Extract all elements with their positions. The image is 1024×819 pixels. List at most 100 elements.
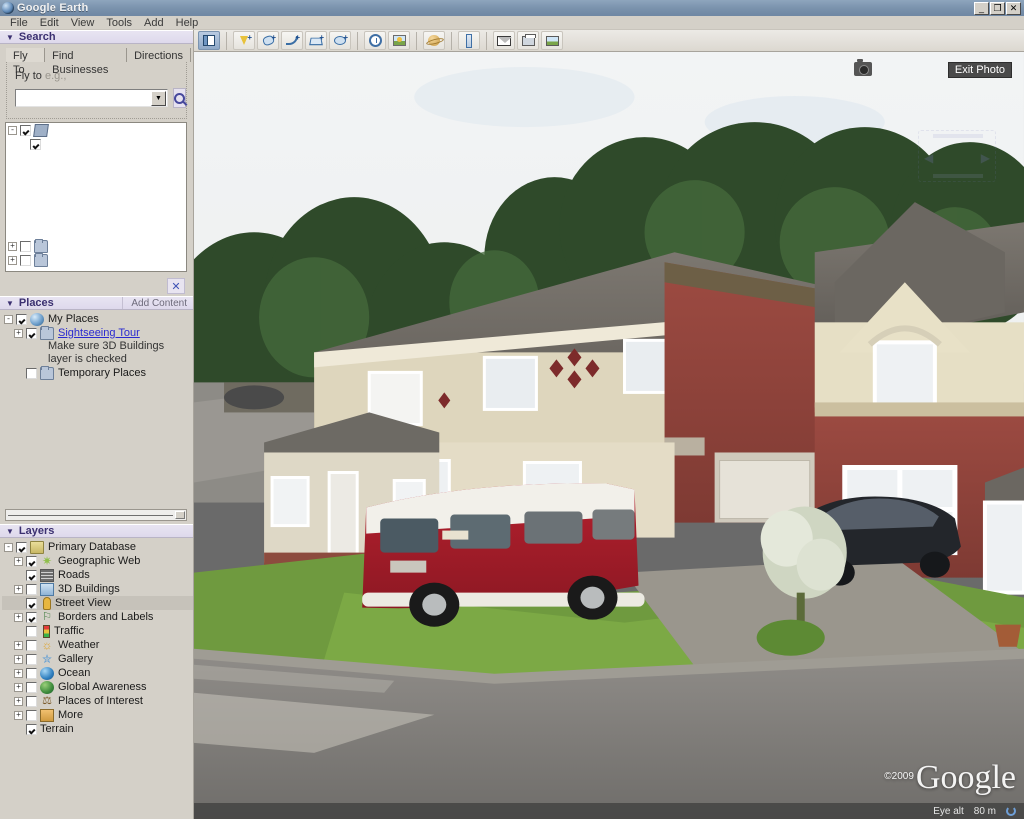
expander-toggle[interactable]: + [14, 682, 23, 692]
layer-item-global-awareness[interactable]: + Global Awareness [2, 680, 193, 694]
layers-panel-header[interactable]: ▼ Layers [0, 524, 193, 538]
visibility-checkbox[interactable] [26, 569, 37, 581]
list-item-label[interactable]: Sightseeing Tour [58, 327, 140, 339]
chevron-down-icon[interactable]: ▼ [151, 90, 166, 106]
expander-toggle[interactable]: + [14, 556, 23, 566]
menu-help[interactable]: Help [170, 16, 205, 30]
expander-toggle[interactable]: + [14, 328, 23, 338]
search-button[interactable] [173, 88, 186, 108]
visibility-checkbox[interactable] [26, 639, 37, 651]
visibility-checkbox[interactable] [26, 327, 37, 339]
visibility-checkbox[interactable] [16, 313, 27, 325]
navigation-control[interactable]: ◀ ▶ [918, 130, 996, 182]
visibility-checkbox[interactable] [26, 367, 37, 379]
expander-toggle[interactable]: + [14, 654, 23, 664]
visibility-checkbox[interactable] [16, 541, 27, 553]
layers-tree[interactable]: - Primary Database + ✷ Geographic Web Ro… [0, 538, 193, 736]
record-tour-button[interactable]: + [329, 31, 351, 50]
list-item[interactable]: - [6, 123, 186, 137]
visibility-checkbox[interactable] [26, 667, 37, 679]
list-item[interactable]: Temporary Places [2, 365, 193, 380]
exit-photo-button[interactable]: Exit Photo [947, 62, 1012, 78]
toggle-sidebar-button[interactable] [198, 31, 220, 50]
visibility-checkbox[interactable] [26, 583, 37, 595]
add-content-button[interactable]: Add Content [122, 297, 193, 309]
expander-toggle[interactable]: + [14, 710, 23, 720]
visibility-checkbox[interactable] [20, 254, 31, 266]
places-tree[interactable]: - My Places + Sightseeing Tour Make sure… [0, 310, 193, 505]
visibility-checkbox[interactable] [26, 709, 37, 721]
expander-toggle[interactable]: + [14, 612, 23, 622]
historical-imagery-button[interactable] [364, 31, 386, 50]
expander-toggle[interactable]: + [14, 584, 23, 594]
layer-item-ocean[interactable]: + Ocean [2, 666, 193, 680]
layer-item-borders-and-labels[interactable]: + ⚐ Borders and Labels [2, 610, 193, 624]
add-path-button[interactable]: + [281, 31, 303, 50]
add-placemark-button[interactable]: + [233, 31, 255, 50]
pan-left-icon[interactable]: ◀ [924, 151, 933, 165]
visibility-checkbox[interactable] [26, 611, 37, 623]
search-combobox[interactable]: ▼ [15, 89, 168, 107]
ruler-button[interactable] [458, 31, 480, 50]
zoom-slider-bottom[interactable] [933, 174, 983, 178]
menu-add[interactable]: Add [138, 16, 170, 30]
search-input[interactable] [16, 91, 151, 105]
list-item[interactable]: + [6, 238, 186, 253]
expander-toggle[interactable]: - [4, 542, 13, 552]
layer-item-primary-database[interactable]: - Primary Database [2, 540, 193, 554]
search-results-tree[interactable]: - + + [5, 122, 187, 272]
menu-tools[interactable]: Tools [100, 16, 138, 30]
tab-find-businesses[interactable]: Find Businesses [45, 48, 128, 76]
print-button[interactable] [517, 31, 539, 50]
list-item[interactable]: + [6, 252, 186, 267]
expander-toggle[interactable]: - [8, 125, 17, 135]
switch-planet-button[interactable] [423, 31, 445, 50]
zoom-slider-top[interactable] [933, 134, 983, 138]
visibility-checkbox[interactable] [26, 653, 37, 665]
visibility-checkbox[interactable] [20, 240, 31, 252]
close-button[interactable]: ✕ [1006, 1, 1021, 15]
search-panel-header[interactable]: ▼ Search [0, 30, 193, 44]
places-horizontal-scrollbar[interactable] [5, 509, 187, 521]
collapse-arrow-icon[interactable]: ▼ [6, 527, 14, 536]
list-item[interactable]: - My Places [2, 312, 193, 326]
earth-viewport[interactable]: Exit Photo ◀ ▶ ©2009Google Eye alt 80 m [194, 52, 1024, 819]
menu-view[interactable]: View [65, 16, 101, 30]
scrollbar-thumb[interactable] [175, 511, 185, 519]
list-item[interactable]: + Sightseeing Tour [2, 325, 193, 340]
layer-item-geographic-web[interactable]: + ✷ Geographic Web [2, 554, 193, 568]
layer-item-places-of-interest[interactable]: + ⚖ Places of Interest [2, 694, 193, 708]
visibility-checkbox[interactable] [26, 625, 37, 637]
expander-toggle[interactable]: + [14, 668, 23, 678]
menu-file[interactable]: File [4, 16, 34, 30]
collapse-arrow-icon[interactable]: ▼ [6, 33, 14, 42]
add-polygon-button[interactable]: + [257, 31, 279, 50]
places-panel-header[interactable]: ▼ Places Add Content [0, 296, 193, 310]
add-image-overlay-button[interactable]: + [305, 31, 327, 50]
tab-fly-to[interactable]: Fly To [6, 48, 46, 76]
layer-item-gallery[interactable]: + ✮ Gallery [2, 652, 193, 666]
visibility-checkbox[interactable] [26, 695, 37, 707]
visibility-checkbox[interactable] [20, 124, 31, 136]
visibility-checkbox[interactable] [26, 555, 37, 567]
layer-item-more[interactable]: + More [2, 708, 193, 722]
visibility-checkbox[interactable] [26, 681, 37, 693]
expander-toggle[interactable]: - [4, 314, 13, 324]
layer-item-weather[interactable]: + ☼ Weather [2, 638, 193, 652]
visibility-checkbox[interactable] [26, 597, 37, 609]
restore-button[interactable]: ❐ [990, 1, 1005, 15]
visibility-checkbox[interactable] [30, 138, 41, 150]
layer-item-roads[interactable]: Roads [2, 568, 193, 582]
expander-toggle[interactable]: + [14, 696, 23, 706]
save-image-button[interactable] [541, 31, 563, 50]
list-item[interactable] [6, 137, 186, 151]
expander-toggle[interactable]: + [8, 241, 17, 251]
clear-search-button[interactable]: ✕ [167, 278, 185, 294]
layer-item-3d-buildings[interactable]: + 3D Buildings [2, 582, 193, 596]
collapse-arrow-icon[interactable]: ▼ [6, 299, 14, 308]
expander-toggle[interactable]: + [8, 255, 17, 265]
minimize-button[interactable]: _ [974, 1, 989, 15]
menu-edit[interactable]: Edit [34, 16, 65, 30]
email-button[interactable] [493, 31, 515, 50]
layer-item-street-view[interactable]: Street View [2, 596, 193, 610]
